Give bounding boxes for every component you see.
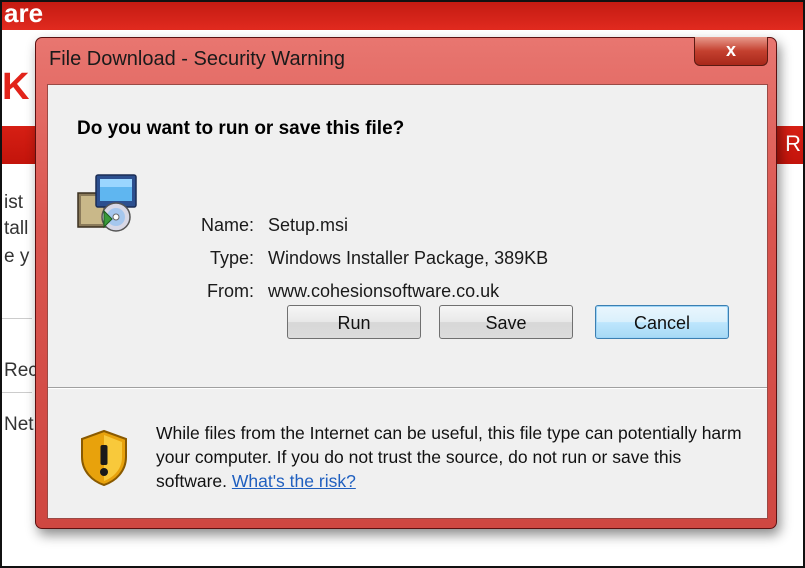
brand-letter: K [2,66,30,108]
nav-bar-text: R [785,131,801,156]
dialog-question: Do you want to run or save this file? [77,118,405,139]
cancel-button[interactable]: Cancel [595,305,729,339]
page-header-text: are [4,0,44,28]
type-value: Windows Installer Package, 389KB [268,248,549,268]
close-button[interactable]: x [694,37,768,66]
save-button[interactable]: Save [439,305,573,339]
from-label: From: [207,281,254,301]
background-divider [2,318,32,319]
background-text-fragment: tall [4,218,29,239]
close-icon: x [725,40,736,60]
security-warning-dialog: File Download - Security Warning x Do yo… [35,37,777,529]
dialog-body: Do you want to run or save this file? Na… [47,84,768,519]
dialog-title: File Download - Security Warning [49,48,346,70]
background-text-fragment: Rec [4,360,38,381]
warning-panel: While files from the Internet can be use… [48,389,767,518]
shield-warning-icon [81,429,127,487]
background-text-fragment: Net [4,414,34,435]
name-label: Name: [200,215,254,235]
name-value: Setup.msi [268,215,349,235]
type-label: Type: [209,248,254,268]
background-text-fragment: e y [4,246,30,267]
from-value: www.cohesionsoftware.co.uk [268,281,500,301]
run-button[interactable]: Run [287,305,421,339]
page-header-strip: are [2,0,803,30]
whats-the-risk-link[interactable]: What's the risk? [232,471,356,491]
warning-message: While files from the Internet can be use… [156,421,756,493]
background-divider [2,392,32,393]
background-text-fragment: ist [4,192,23,213]
